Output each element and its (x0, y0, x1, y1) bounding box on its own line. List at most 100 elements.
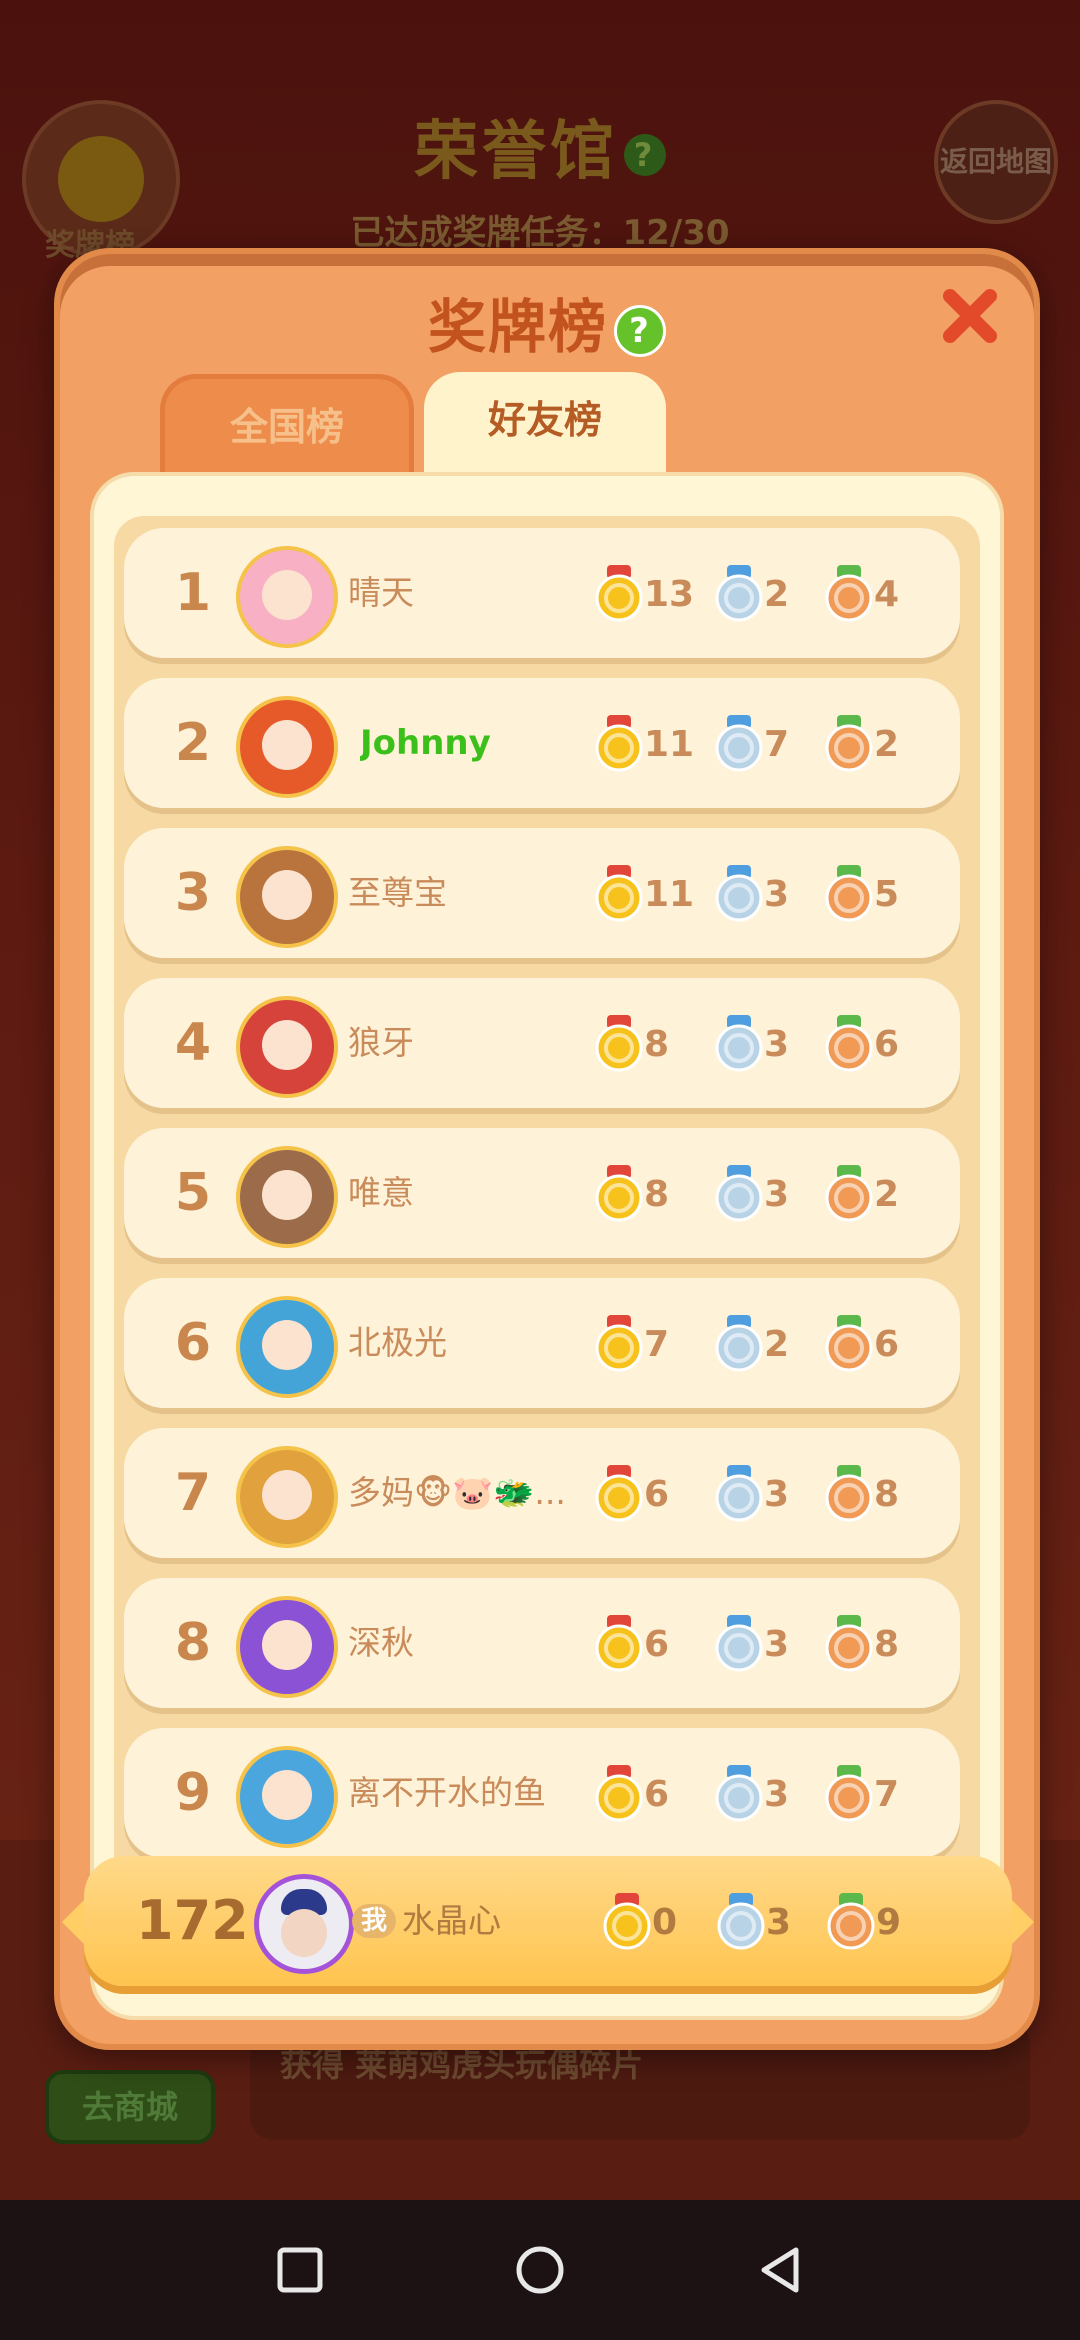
silver-medal-icon (714, 1463, 764, 1523)
bronze-count: 7 (874, 1774, 900, 1815)
avatar[interactable] (236, 1296, 338, 1398)
silver-count: 3 (764, 1174, 790, 1215)
return-map-button[interactable]: 返回地图 (934, 100, 1058, 224)
leaderboard-row[interactable]: 2 Johnny 11 7 2 (124, 678, 960, 808)
recents-icon[interactable] (270, 2240, 330, 2300)
silver-medal-icon (714, 1013, 764, 1073)
system-nav-bar (0, 2200, 1080, 2340)
gold-medal-icon (594, 713, 644, 773)
avatar[interactable] (236, 696, 338, 798)
my-name: 水晶心 (402, 1901, 501, 1940)
silver-count: 3 (764, 1774, 790, 1815)
player-name: Johnny (360, 678, 590, 808)
avatar[interactable] (236, 846, 338, 948)
leaderboard-row[interactable]: 7 多妈🐵🐷🐲... 6 3 8 (124, 1428, 960, 1558)
player-name: 离不开水的鱼 (348, 1773, 546, 1812)
bronze-medal-icon (824, 1763, 874, 1823)
bronze-count: 6 (874, 1024, 900, 1065)
title-help-icon[interactable]: ? (624, 134, 666, 177)
avatar[interactable] (236, 1746, 338, 1848)
gold-count: 11 (644, 724, 695, 765)
player-name: 至尊宝 (348, 873, 447, 912)
gold-count: 0 (652, 1902, 678, 1943)
rank-number: 3 (174, 863, 212, 923)
gold-count: 6 (644, 1624, 670, 1665)
bronze-count: 8 (874, 1624, 900, 1665)
my-rank: 172 (136, 1889, 249, 1952)
bronze-medal-icon (826, 1891, 876, 1951)
medal-leaderboard-dialog: 奖牌榜? 全国榜 好友榜 1 晴天 13 2 4 2 Johnny 11 7 2 3 至尊宝 11 3 5 4… (54, 248, 1040, 2050)
gold-count: 6 (644, 1474, 670, 1515)
gold-medal-icon (594, 1013, 644, 1073)
avatar[interactable] (236, 996, 338, 1098)
help-icon[interactable]: ? (614, 304, 666, 357)
medal-icon (58, 136, 144, 222)
bronze-count: 9 (876, 1902, 902, 1943)
bronze-count: 2 (874, 1174, 900, 1215)
leaderboard-row[interactable]: 8 深秋 6 3 8 (124, 1578, 960, 1708)
rank-number: 6 (174, 1313, 212, 1373)
bronze-count: 4 (874, 574, 900, 615)
gold-medal-icon (594, 863, 644, 923)
silver-medal-icon (714, 1163, 764, 1223)
leaderboard-row[interactable]: 1 晴天 13 2 4 (124, 528, 960, 658)
silver-count: 3 (764, 1024, 790, 1065)
bronze-medal-icon (824, 713, 874, 773)
gold-count: 8 (644, 1174, 670, 1215)
bronze-medal-icon (824, 863, 874, 923)
back-icon[interactable] (750, 2240, 810, 2300)
go-shop-button[interactable]: 去商城 (45, 2070, 215, 2144)
bronze-medal-icon (824, 1013, 874, 1073)
my-rank-row: 172 我 水晶心 0 3 9 (62, 1856, 1034, 1986)
rank-number: 1 (174, 563, 212, 623)
gold-count: 7 (644, 1324, 670, 1365)
home-icon[interactable] (510, 2240, 570, 2300)
leaderboard-row[interactable]: 6 北极光 7 2 6 (124, 1278, 960, 1408)
avatar[interactable] (236, 1146, 338, 1248)
gold-count: 11 (644, 874, 695, 915)
rank-number: 8 (174, 1613, 212, 1673)
silver-medal-icon (714, 1613, 764, 1673)
leaderboard-row[interactable]: 9 离不开水的鱼 6 3 7 (124, 1728, 960, 1858)
my-avatar[interactable] (254, 1874, 354, 1974)
avatar[interactable] (236, 546, 338, 648)
silver-medal-icon (714, 1313, 764, 1373)
rank-number: 9 (174, 1763, 212, 1823)
bronze-count: 6 (874, 1324, 900, 1365)
leaderboard-row[interactable]: 5 唯意 8 3 2 (124, 1128, 960, 1258)
tab-national[interactable]: 全国榜 (160, 374, 414, 479)
bronze-medal-icon (824, 1163, 874, 1223)
silver-count: 2 (764, 1324, 790, 1365)
silver-medal-icon (716, 1891, 766, 1951)
bronze-count: 8 (874, 1474, 900, 1515)
gold-medal-icon (594, 563, 644, 623)
leaderboard-row[interactable]: 4 狼牙 8 3 6 (124, 978, 960, 1108)
player-name: 狼牙 (348, 1023, 414, 1062)
avatar[interactable] (236, 1596, 338, 1698)
close-icon[interactable] (942, 288, 998, 344)
player-name: 北极光 (348, 1323, 447, 1362)
gold-medal-icon (602, 1891, 652, 1951)
rank-number: 2 (174, 713, 212, 773)
gold-count: 8 (644, 1024, 670, 1065)
silver-count: 3 (764, 1624, 790, 1665)
player-name: 晴天 (348, 573, 414, 612)
gold-medal-icon (594, 1463, 644, 1523)
dialog-title: 奖牌榜? (60, 280, 1034, 364)
bronze-count: 2 (874, 724, 900, 765)
gold-count: 13 (644, 574, 695, 615)
leaderboard-row[interactable]: 3 至尊宝 11 3 5 (124, 828, 960, 958)
bronze-medal-icon (824, 1313, 874, 1373)
gold-medal-icon (594, 1763, 644, 1823)
avatar[interactable] (236, 1446, 338, 1548)
silver-count: 7 (764, 724, 790, 765)
bronze-medal-icon (824, 563, 874, 623)
rank-number: 5 (174, 1163, 212, 1223)
leaderboard-panel: 1 晴天 13 2 4 2 Johnny 11 7 2 3 至尊宝 11 3 5 4 狼牙 8 3 6 5 唯意 8 3 2 6 北… (90, 472, 1004, 2020)
tab-friends[interactable]: 好友榜 (424, 372, 666, 482)
silver-count: 2 (764, 574, 790, 615)
leaderboard-list[interactable]: 1 晴天 13 2 4 2 Johnny 11 7 2 3 至尊宝 11 3 5 4 狼牙 8 3 6 5 唯意 8 3 2 6 北… (114, 516, 980, 1916)
rank-number: 4 (174, 1013, 212, 1073)
player-name: 唯意 (348, 1173, 414, 1212)
silver-count: 3 (766, 1902, 792, 1943)
